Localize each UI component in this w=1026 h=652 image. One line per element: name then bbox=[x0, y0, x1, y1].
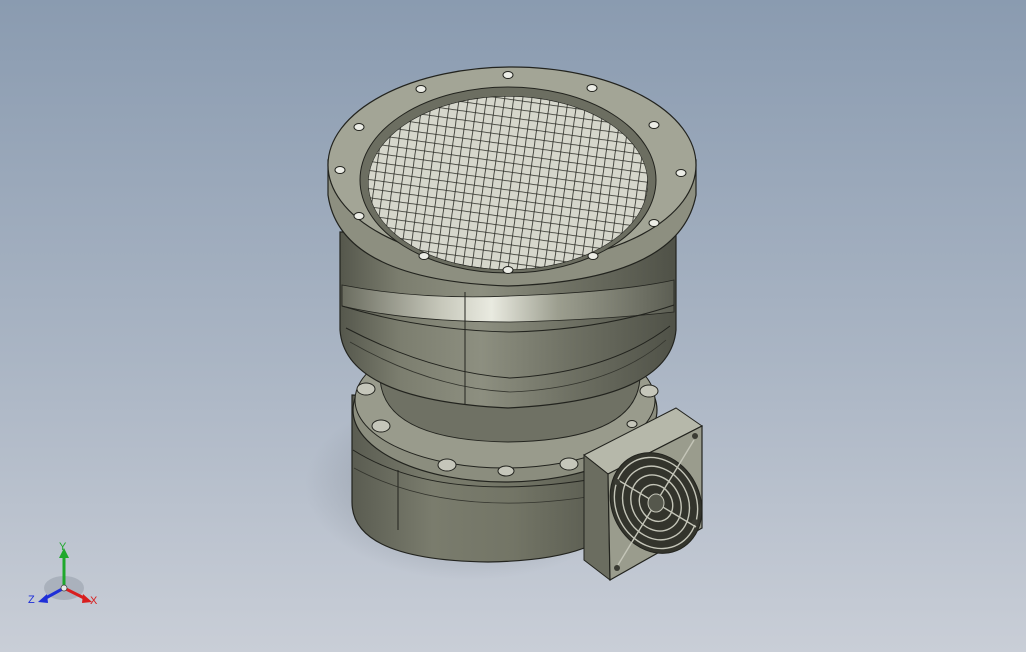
z-axis-label: Z bbox=[28, 594, 35, 606]
orientation-triad: Y Z X bbox=[26, 536, 106, 616]
graphics-viewport[interactable]: Y Z X bbox=[0, 0, 1026, 652]
pump-model[interactable] bbox=[0, 0, 1026, 652]
z-axis-arrow bbox=[38, 594, 48, 603]
x-axis-label: X bbox=[90, 595, 98, 607]
triad-origin bbox=[60, 584, 68, 592]
y-axis-label: Y bbox=[59, 541, 67, 553]
